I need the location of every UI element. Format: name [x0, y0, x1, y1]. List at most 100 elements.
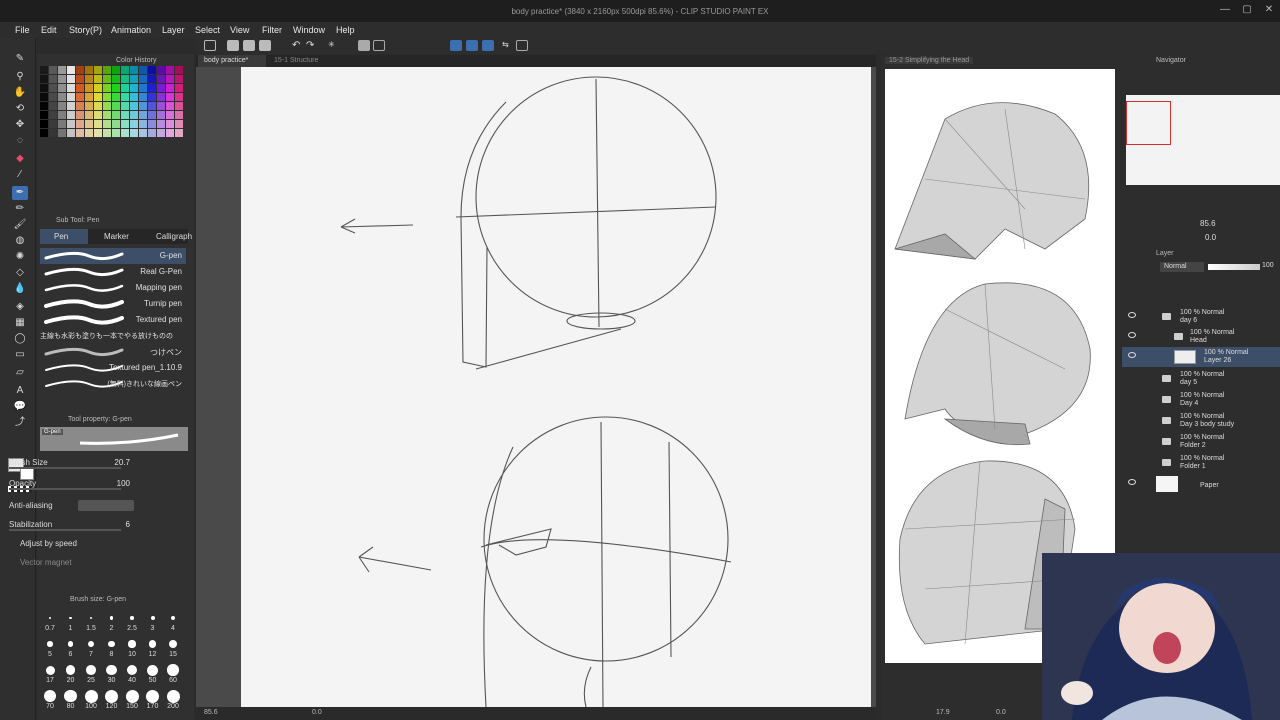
color-swatch[interactable] [175, 84, 183, 92]
color-swatch[interactable] [166, 75, 174, 83]
brush-item-tsuke-pen[interactable]: つけペン [40, 344, 186, 360]
color-swatch[interactable] [166, 93, 174, 101]
brush-size-dot[interactable] [86, 665, 96, 675]
color-swatch[interactable] [94, 129, 102, 137]
color-swatch[interactable] [148, 93, 156, 101]
color-swatch[interactable] [175, 120, 183, 128]
color-swatch[interactable] [67, 120, 75, 128]
color-swatch[interactable] [85, 129, 93, 137]
color-swatch[interactable] [40, 111, 48, 119]
color-swatch[interactable] [40, 66, 48, 74]
frame-icon[interactable]: ▭ [12, 348, 28, 362]
flip-icon[interactable]: ⇆ [502, 40, 514, 51]
color-swatch[interactable] [85, 66, 93, 74]
vector-magnet-row[interactable]: Vector magnet [0, 556, 148, 570]
clip-studio-icon[interactable] [204, 40, 216, 51]
redo-icon[interactable]: ↷ [306, 40, 318, 51]
eraser-icon[interactable]: ◇ [12, 266, 28, 280]
menu-filter[interactable]: Filter [262, 25, 282, 35]
color-swatch[interactable] [40, 120, 48, 128]
color-swatch[interactable] [85, 84, 93, 92]
color-swatch[interactable] [166, 102, 174, 110]
text-icon[interactable]: A [12, 384, 28, 398]
color-swatch[interactable] [85, 93, 93, 101]
menu-story[interactable]: Story(P) [69, 25, 102, 35]
rotate-icon[interactable]: ⟲ [12, 102, 28, 116]
color-swatch[interactable] [139, 84, 147, 92]
adjust-speed-row[interactable]: Adjust by speed [0, 537, 148, 551]
color-swatch[interactable] [112, 129, 120, 137]
brush-size-dot[interactable] [167, 664, 179, 676]
color-swatch[interactable] [157, 84, 165, 92]
color-swatch[interactable] [112, 84, 120, 92]
brush-size-slider[interactable] [9, 467, 121, 469]
fill-icon[interactable] [358, 40, 370, 51]
color-swatch[interactable] [85, 111, 93, 119]
navigator-tab[interactable]: Navigator [1156, 55, 1186, 67]
color-swatch[interactable] [112, 111, 120, 119]
brush-size-dot[interactable] [65, 665, 76, 675]
color-swatch[interactable] [103, 111, 111, 119]
layer-opacity-value[interactable]: 100 [1262, 262, 1274, 269]
color-swatch[interactable] [40, 129, 48, 137]
status-angle[interactable]: 0.0 [312, 709, 322, 716]
color-swatch[interactable] [76, 66, 84, 74]
color-swatch[interactable] [121, 66, 129, 74]
layer-row[interactable]: 100 % Normal Day 3 body study [1122, 411, 1280, 431]
brush-item-textured-pen[interactable]: Textured pen [40, 312, 186, 328]
opacity-value[interactable]: 100 [117, 479, 130, 488]
color-swatch[interactable] [121, 111, 129, 119]
tab-marker[interactable]: Marker [90, 229, 140, 244]
tool-property-tab[interactable]: Tool property: G-pen [68, 414, 132, 426]
color-swatch[interactable] [112, 93, 120, 101]
color-swatch[interactable] [58, 129, 66, 137]
color-swatch[interactable] [148, 66, 156, 74]
airbrush-icon[interactable]: ◍ [12, 234, 28, 248]
opacity-slider[interactable] [9, 488, 121, 490]
eye-icon[interactable] [1128, 312, 1136, 318]
color-swatch[interactable] [157, 93, 165, 101]
color-swatch[interactable] [121, 102, 129, 110]
layer-row[interactable]: 100 % Normal day 6 [1122, 307, 1280, 327]
stabilization-row[interactable]: Stabilization 6 [0, 518, 148, 532]
new-file-icon[interactable] [227, 40, 239, 51]
brush-size-dot[interactable] [47, 641, 53, 647]
color-swatch[interactable] [148, 111, 156, 119]
stabilization-slider[interactable] [9, 529, 121, 531]
color-swatch[interactable] [130, 93, 138, 101]
color-swatch[interactable] [103, 120, 111, 128]
color-swatch[interactable] [94, 120, 102, 128]
color-swatch[interactable] [94, 102, 102, 110]
color-swatch[interactable] [130, 129, 138, 137]
reference-angle[interactable]: 0.0 [996, 709, 1006, 716]
color-swatch[interactable] [103, 129, 111, 137]
brush-item-watercolor[interactable]: 主線も水彩も塗りも一本でやる放けものの [40, 328, 186, 344]
menu-layer[interactable]: Layer [162, 25, 185, 35]
color-swatch[interactable] [112, 75, 120, 83]
menu-help[interactable]: Help [336, 25, 355, 35]
color-swatch[interactable] [139, 75, 147, 83]
color-swatch[interactable] [157, 111, 165, 119]
color-swatch[interactable] [76, 84, 84, 92]
brush-size-dot[interactable] [148, 640, 157, 648]
layer-opacity-slider[interactable] [1208, 264, 1260, 270]
color-swatch[interactable] [175, 75, 183, 83]
transform-icon[interactable] [373, 40, 385, 51]
color-swatch[interactable] [139, 120, 147, 128]
color-swatch[interactable] [103, 84, 111, 92]
lasso-icon[interactable]: ◌ [12, 134, 28, 148]
status-zoom[interactable]: 85.6 [204, 709, 218, 716]
brush-size-dot[interactable] [69, 616, 72, 620]
brush-size-dot[interactable] [49, 617, 51, 619]
color-swatch[interactable] [139, 93, 147, 101]
brush-size-dot[interactable] [45, 665, 55, 675]
pen-tip-icon[interactable]: ✎ [12, 52, 28, 66]
brush-size-dot[interactable] [146, 689, 159, 703]
tab-structure[interactable]: 15-1 Structure [268, 55, 338, 67]
menu-animation[interactable]: Animation [111, 25, 151, 35]
eye-icon[interactable] [1128, 479, 1136, 485]
layer-row[interactable]: 100 % Normal day 5 [1122, 369, 1280, 389]
opacity-row[interactable]: Opacity 100 [0, 477, 148, 491]
color-swatch[interactable] [130, 102, 138, 110]
menu-view[interactable]: View [230, 25, 249, 35]
